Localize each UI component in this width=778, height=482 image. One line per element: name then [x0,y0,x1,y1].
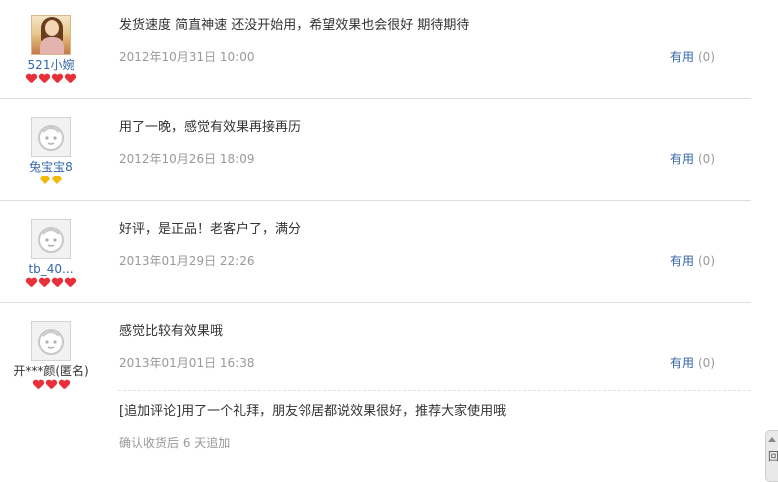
reviewer-name[interactable]: 兔宝宝8 [0,160,102,174]
credit-badges [0,74,102,83]
reviewer-info: 开***颜(匿名) [0,321,102,389]
review-date: 2012年10月31日 10:00 [119,50,255,64]
review-date: 2013年01月29日 22:26 [119,254,255,268]
review-date: 2013年01月01日 16:38 [119,356,255,370]
append-review-content: [追加评论]用了一个礼拜，朋友邻居都说效果很好，推荐大家使用哦 [119,404,507,419]
reviewer-info: 521小婉 [0,15,102,83]
review-date: 2012年10月26日 18:09 [119,152,255,166]
useful-button[interactable]: 有用 [670,152,694,166]
back-to-top-label: 回 [768,450,778,463]
heart-badge-icon [33,380,44,389]
reviewer-name: 开***颜(匿名) [13,364,89,378]
reviewer-info: 兔宝宝8 [0,117,102,184]
review-item: 521小婉 发货速度 简直神速 还没开始用，希望效果也会很好 期待期待 2012… [0,0,751,98]
credit-badges [0,380,102,389]
heart-badge-icon [59,380,70,389]
credit-badges [0,278,102,287]
diamond-badge-icon [52,176,62,184]
default-avatar-icon [38,329,64,355]
avatar[interactable] [31,15,71,55]
heart-badge-icon [65,74,76,83]
useful-vote: 有用 (0) [670,254,715,268]
useful-button[interactable]: 有用 [670,254,694,268]
append-divider [118,390,751,391]
reviewer-name[interactable]: tb_40... [0,262,102,276]
review-content: 用了一晚，感觉有效果再接再历 [119,120,302,135]
review-item: 开***颜(匿名) 感觉比较有效果哦 2013年01月01日 16:38 有用 (… [0,303,751,482]
avatar[interactable] [31,321,71,361]
append-review-note: 确认收货后 6 天追加 [119,436,231,450]
useful-vote: 有用 (0) [670,152,715,166]
reviewer-info: tb_40... [0,219,102,287]
default-avatar-icon [38,227,64,253]
default-avatar-icon [38,125,64,151]
useful-count: (0) [698,254,715,268]
reviewer-name[interactable]: 521小婉 [0,58,102,72]
useful-count: (0) [698,152,715,166]
heart-badge-icon [46,380,57,389]
back-to-top-tab[interactable]: 回 [765,430,778,482]
avatar[interactable] [31,219,71,259]
heart-badge-icon [26,74,37,83]
useful-vote: 有用 (0) [670,50,715,64]
heart-badge-icon [65,278,76,287]
review-content: 好评，是正品！老客户了，满分 [119,222,302,237]
heart-badge-icon [26,278,37,287]
review-content: 感觉比较有效果哦 [119,324,224,339]
diamond-badge-icon [40,176,50,184]
heart-badge-icon [39,278,50,287]
review-item: tb_40... 好评，是正品！老客户了，满分 2013年01月29日 22:2… [0,201,751,302]
useful-vote: 有用 (0) [670,356,715,370]
review-content: 发货速度 简直神速 还没开始用，希望效果也会很好 期待期待 [119,18,470,33]
useful-button[interactable]: 有用 [670,356,694,370]
useful-count: (0) [698,50,715,64]
heart-badge-icon [39,74,50,83]
review-item: 兔宝宝8 用了一晚，感觉有效果再接再历 2012年10月26日 18:09 有用… [0,99,751,200]
useful-button[interactable]: 有用 [670,50,694,64]
useful-count: (0) [698,356,715,370]
credit-badges [0,176,102,184]
heart-badge-icon [52,74,63,83]
heart-badge-icon [52,278,63,287]
chevron-up-icon [768,437,776,442]
avatar[interactable] [31,117,71,157]
